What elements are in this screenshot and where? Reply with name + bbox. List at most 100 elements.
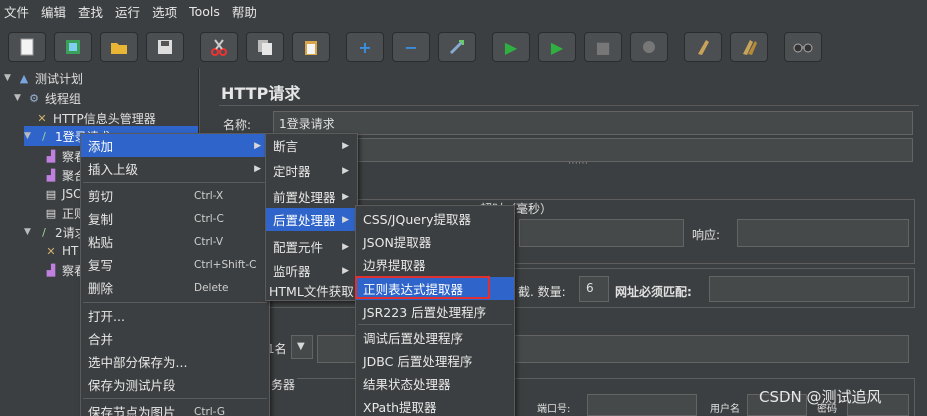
chart-icon: ▟ xyxy=(46,168,56,182)
menu-item-save-image[interactable]: 保存节点为图片 Ctrl-G xyxy=(81,400,269,416)
cut-icon[interactable] xyxy=(200,32,238,62)
annotation-highlight-box xyxy=(355,276,490,299)
menu-item-add[interactable]: 添加 ▶ xyxy=(81,134,269,157)
menu-separator xyxy=(83,398,267,399)
wrench-icon: ✕ xyxy=(37,111,47,125)
menu-item-copy[interactable]: 复制 Ctrl-C xyxy=(81,207,269,230)
menu-options[interactable]: 选项 xyxy=(152,2,177,21)
context-menu: 添加 ▶ 插入上级 ▶ 剪切 Ctrl-X 复制 Ctrl-C 粘贴 Ctrl-V 复写 C… xyxy=(80,133,270,416)
connect-timeout-field[interactable] xyxy=(519,219,684,247)
tree-node-test-plan[interactable]: ▼ ▲ 测试计划 xyxy=(4,68,83,88)
menu-edit[interactable]: 编辑 xyxy=(41,2,66,21)
menu-item-config-elements[interactable]: 配置元件 ▶ xyxy=(266,235,357,258)
menu-item-label: 保存为测试片段 xyxy=(88,378,176,393)
copy-icon[interactable] xyxy=(246,32,284,62)
tree-node-child[interactable]: ▤ JSO xyxy=(44,184,83,204)
menu-item-css-extractor[interactable]: CSS/JQuery提取器 xyxy=(356,207,514,230)
menu-item-save-selection[interactable]: 选中部分保存为... xyxy=(81,350,269,373)
submenu-arrow-icon: ▶ xyxy=(254,140,261,151)
pool-size-field[interactable]: 6 xyxy=(579,276,609,302)
menu-search[interactable]: 查找 xyxy=(78,2,103,21)
comments-field[interactable] xyxy=(273,138,913,162)
menu-item-open[interactable]: 打开... xyxy=(81,304,269,327)
menu-item-label: 复制 xyxy=(88,212,114,227)
wrench-icon: ✕ xyxy=(46,244,56,258)
open-icon[interactable] xyxy=(100,32,138,62)
expand-arrow-icon[interactable]: ▼ xyxy=(14,93,24,103)
expand-arrow-icon[interactable]: ▼ xyxy=(4,73,14,83)
tree-node-header-manager[interactable]: ✕ HTTP信息头管理器 xyxy=(35,108,155,128)
menu-item-jsr223-postprocessor[interactable]: JSR223 后置处理程序 xyxy=(356,300,514,323)
menu-item-label: JDBC 后置处理程序 xyxy=(363,354,473,369)
chart-icon: ▟ xyxy=(46,149,56,163)
menu-item-duplicate[interactable]: 复写 Ctrl+Shift-C xyxy=(81,253,269,276)
add-submenu: 断言 ▶ 定时器 ▶ 前置处理器 ▶ 后置处理器 ▶ 配置元件 ▶ 监听器 ▶ HTML文件… xyxy=(265,133,358,301)
menu-item-debug-postprocessor[interactable]: 调试后置处理程序 xyxy=(356,326,514,349)
toggle-icon[interactable] xyxy=(438,32,476,62)
port-label: 端口号: xyxy=(537,404,571,415)
menu-item-label: 粘贴 xyxy=(88,235,114,250)
paste-icon[interactable] xyxy=(292,32,330,62)
dropdown-arrow-icon[interactable]: ▼ xyxy=(291,335,313,359)
expand-icon[interactable]: + xyxy=(346,32,384,62)
port-field[interactable] xyxy=(587,394,697,416)
tree-node-child[interactable]: ✕ HT xyxy=(44,241,78,261)
menu-item-post-processors[interactable]: 后置处理器 ▶ xyxy=(266,208,357,231)
menu-item-timers[interactable]: 定时器 ▶ xyxy=(266,159,357,182)
start-icon[interactable]: ▶ xyxy=(492,32,530,62)
menu-item-cut[interactable]: 剪切 Ctrl-X xyxy=(81,184,269,207)
templates-icon[interactable] xyxy=(54,32,92,62)
menu-run[interactable]: 运行 xyxy=(115,2,140,21)
response-timeout-field[interactable] xyxy=(737,219,909,247)
save-icon[interactable] xyxy=(146,32,184,62)
chart-icon: ▟ xyxy=(46,263,56,277)
clear-icon[interactable] xyxy=(684,32,722,62)
new-icon[interactable] xyxy=(8,32,46,62)
collapse-icon[interactable]: − xyxy=(392,32,430,62)
menu-item-label: CSS/JQuery提取器 xyxy=(363,212,471,227)
menu-item-delete[interactable]: 删除 Delete xyxy=(81,276,269,299)
menu-item-label: 监听器 xyxy=(273,264,311,279)
tree-node-thread-group[interactable]: ▼ ⚙ 线程组 xyxy=(14,88,81,108)
menu-separator xyxy=(83,182,267,183)
clear-all-icon[interactable] xyxy=(730,32,768,62)
pipette-icon: / xyxy=(42,129,46,143)
menu-item-json-extractor[interactable]: JSON提取器 xyxy=(356,230,514,253)
menu-item-result-status-handler[interactable]: 结果状态处理器 xyxy=(356,372,514,395)
shutdown-icon[interactable] xyxy=(630,32,668,62)
tree-node-request-2[interactable]: ▼ / 2请求 xyxy=(24,222,87,242)
menu-item-label: JSR223 后置处理程序 xyxy=(363,305,487,320)
menu-item-label: 结果状态处理器 xyxy=(363,377,451,392)
response-label: 响应: xyxy=(692,228,721,242)
menu-item-boundary-extractor[interactable]: 边界提取器 xyxy=(356,253,514,276)
menu-separator xyxy=(83,302,267,303)
drag-handle-icon[interactable]: ⋯⋯ xyxy=(568,158,588,169)
menu-item-label: 配置元件 xyxy=(273,240,324,255)
expand-arrow-icon[interactable]: ▼ xyxy=(24,131,34,141)
menu-item-pre-processors[interactable]: 前置处理器 ▶ xyxy=(266,185,357,208)
search-icon[interactable] xyxy=(784,32,822,62)
jmeter-window: 文件 编辑 查找 运行 选项 Tools 帮助 + − ▶ ▶ ■ ▼ ▲ 测试… xyxy=(0,0,927,416)
menu-item-label: 删除 xyxy=(88,281,114,296)
name-field[interactable]: 1登录请求 xyxy=(273,111,913,135)
url-match-field[interactable] xyxy=(709,276,909,302)
flask-icon: ▲ xyxy=(19,71,29,85)
menu-item-save-fragment[interactable]: 保存为测试片段 xyxy=(81,373,269,396)
menu-item-jdbc-postprocessor[interactable]: JDBC 后置处理程序 xyxy=(356,349,514,372)
menu-item-label: XPath提取器 xyxy=(363,400,437,415)
menu-item-merge[interactable]: 合并 xyxy=(81,327,269,350)
menu-file[interactable]: 文件 xyxy=(4,2,29,21)
start-no-pause-icon[interactable]: ▶ xyxy=(538,32,576,62)
menu-item-html-file[interactable]: HTML文件获取 xyxy=(266,279,357,302)
menu-item-xpath-extractor[interactable]: XPath提取器 xyxy=(356,395,514,416)
menu-item-label: 复写 xyxy=(88,258,114,273)
expand-arrow-icon[interactable]: ▼ xyxy=(24,227,34,237)
must-match-label: 网址必须匹配: xyxy=(615,285,692,299)
menu-help[interactable]: 帮助 xyxy=(232,2,257,21)
menu-item-insert-parent[interactable]: 插入上级 ▶ xyxy=(81,157,269,180)
menu-item-assertions[interactable]: 断言 ▶ xyxy=(266,134,357,157)
menu-item-paste[interactable]: 粘贴 Ctrl-V xyxy=(81,230,269,253)
stop-icon[interactable]: ■ xyxy=(584,32,622,62)
menu-tools[interactable]: Tools xyxy=(189,4,220,19)
menu-item-label: 断言 xyxy=(273,139,299,154)
